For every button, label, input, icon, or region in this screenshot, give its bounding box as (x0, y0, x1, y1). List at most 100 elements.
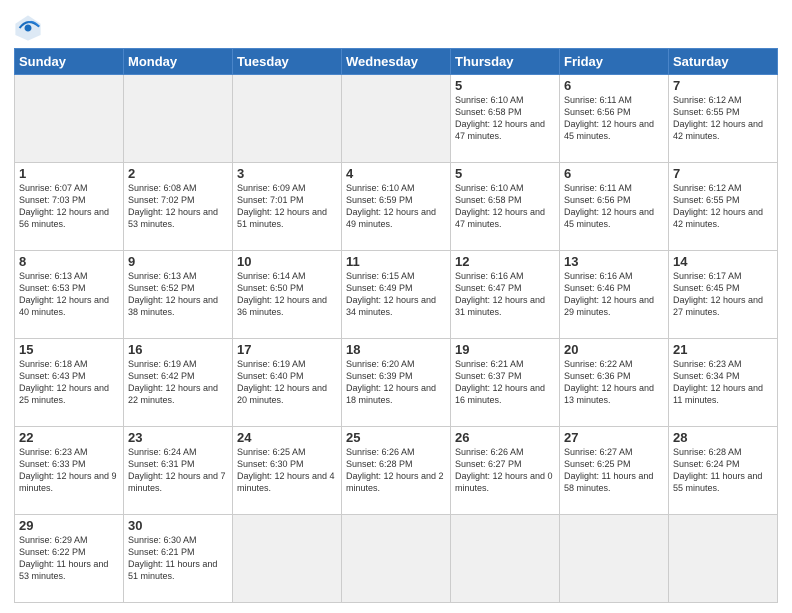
calendar-cell: 5Sunrise: 6:10 AMSunset: 6:58 PMDaylight… (451, 75, 560, 163)
calendar-cell: 16Sunrise: 6:19 AMSunset: 6:42 PMDayligh… (124, 339, 233, 427)
day-number: 3 (237, 166, 337, 181)
day-number: 21 (673, 342, 773, 357)
day-number: 6 (564, 166, 664, 181)
day-number: 2 (128, 166, 228, 181)
calendar-cell: 5Sunrise: 6:10 AMSunset: 6:58 PMDaylight… (451, 163, 560, 251)
day-number: 6 (564, 78, 664, 93)
day-header-monday: Monday (124, 49, 233, 75)
calendar-cell: 20Sunrise: 6:22 AMSunset: 6:36 PMDayligh… (560, 339, 669, 427)
day-info: Sunrise: 6:15 AMSunset: 6:49 PMDaylight:… (346, 270, 446, 319)
day-number: 7 (673, 78, 773, 93)
day-number: 10 (237, 254, 337, 269)
day-info: Sunrise: 6:26 AMSunset: 6:28 PMDaylight:… (346, 446, 446, 495)
calendar-cell: 18Sunrise: 6:20 AMSunset: 6:39 PMDayligh… (342, 339, 451, 427)
calendar-cell: 19Sunrise: 6:21 AMSunset: 6:37 PMDayligh… (451, 339, 560, 427)
calendar-cell: 17Sunrise: 6:19 AMSunset: 6:40 PMDayligh… (233, 339, 342, 427)
day-info: Sunrise: 6:12 AMSunset: 6:55 PMDaylight:… (673, 94, 773, 143)
day-number: 26 (455, 430, 555, 445)
calendar-cell: 14Sunrise: 6:17 AMSunset: 6:45 PMDayligh… (669, 251, 778, 339)
day-number: 18 (346, 342, 446, 357)
day-info: Sunrise: 6:08 AMSunset: 7:02 PMDaylight:… (128, 182, 228, 231)
day-number: 14 (673, 254, 773, 269)
day-info: Sunrise: 6:27 AMSunset: 6:25 PMDaylight:… (564, 446, 664, 495)
calendar-cell: 1Sunrise: 6:07 AMSunset: 7:03 PMDaylight… (15, 163, 124, 251)
calendar-cell: 6Sunrise: 6:11 AMSunset: 6:56 PMDaylight… (560, 75, 669, 163)
day-info: Sunrise: 6:14 AMSunset: 6:50 PMDaylight:… (237, 270, 337, 319)
day-number: 5 (455, 166, 555, 181)
day-number: 23 (128, 430, 228, 445)
day-info: Sunrise: 6:10 AMSunset: 6:58 PMDaylight:… (455, 94, 555, 143)
calendar-table: SundayMondayTuesdayWednesdayThursdayFrid… (14, 48, 778, 603)
day-info: Sunrise: 6:20 AMSunset: 6:39 PMDaylight:… (346, 358, 446, 407)
day-header-tuesday: Tuesday (233, 49, 342, 75)
calendar-cell (15, 75, 124, 163)
day-header-wednesday: Wednesday (342, 49, 451, 75)
calendar-cell (342, 515, 451, 603)
day-info: Sunrise: 6:12 AMSunset: 6:55 PMDaylight:… (673, 182, 773, 231)
calendar-cell: 3Sunrise: 6:09 AMSunset: 7:01 PMDaylight… (233, 163, 342, 251)
calendar-cell: 27Sunrise: 6:27 AMSunset: 6:25 PMDayligh… (560, 427, 669, 515)
day-info: Sunrise: 6:09 AMSunset: 7:01 PMDaylight:… (237, 182, 337, 231)
day-number: 29 (19, 518, 119, 533)
calendar-cell: 6Sunrise: 6:11 AMSunset: 6:56 PMDaylight… (560, 163, 669, 251)
day-info: Sunrise: 6:13 AMSunset: 6:53 PMDaylight:… (19, 270, 119, 319)
day-info: Sunrise: 6:21 AMSunset: 6:37 PMDaylight:… (455, 358, 555, 407)
day-info: Sunrise: 6:26 AMSunset: 6:27 PMDaylight:… (455, 446, 555, 495)
day-number: 19 (455, 342, 555, 357)
day-number: 15 (19, 342, 119, 357)
day-info: Sunrise: 6:16 AMSunset: 6:46 PMDaylight:… (564, 270, 664, 319)
calendar-cell (451, 515, 560, 603)
day-header-thursday: Thursday (451, 49, 560, 75)
calendar-cell: 12Sunrise: 6:16 AMSunset: 6:47 PMDayligh… (451, 251, 560, 339)
day-header-sunday: Sunday (15, 49, 124, 75)
calendar-cell: 28Sunrise: 6:28 AMSunset: 6:24 PMDayligh… (669, 427, 778, 515)
day-info: Sunrise: 6:25 AMSunset: 6:30 PMDaylight:… (237, 446, 337, 495)
day-number: 13 (564, 254, 664, 269)
day-info: Sunrise: 6:19 AMSunset: 6:40 PMDaylight:… (237, 358, 337, 407)
calendar-cell: 29Sunrise: 6:29 AMSunset: 6:22 PMDayligh… (15, 515, 124, 603)
calendar-cell: 4Sunrise: 6:10 AMSunset: 6:59 PMDaylight… (342, 163, 451, 251)
day-number: 27 (564, 430, 664, 445)
calendar-cell: 11Sunrise: 6:15 AMSunset: 6:49 PMDayligh… (342, 251, 451, 339)
calendar-cell: 2Sunrise: 6:08 AMSunset: 7:02 PMDaylight… (124, 163, 233, 251)
calendar-cell: 15Sunrise: 6:18 AMSunset: 6:43 PMDayligh… (15, 339, 124, 427)
day-number: 17 (237, 342, 337, 357)
day-info: Sunrise: 6:23 AMSunset: 6:34 PMDaylight:… (673, 358, 773, 407)
day-number: 28 (673, 430, 773, 445)
calendar-cell: 21Sunrise: 6:23 AMSunset: 6:34 PMDayligh… (669, 339, 778, 427)
calendar-cell: 7Sunrise: 6:12 AMSunset: 6:55 PMDaylight… (669, 163, 778, 251)
day-info: Sunrise: 6:16 AMSunset: 6:47 PMDaylight:… (455, 270, 555, 319)
calendar-cell: 13Sunrise: 6:16 AMSunset: 6:46 PMDayligh… (560, 251, 669, 339)
main-container: SundayMondayTuesdayWednesdayThursdayFrid… (0, 0, 792, 613)
day-info: Sunrise: 6:28 AMSunset: 6:24 PMDaylight:… (673, 446, 773, 495)
day-info: Sunrise: 6:10 AMSunset: 6:58 PMDaylight:… (455, 182, 555, 231)
calendar-cell: 23Sunrise: 6:24 AMSunset: 6:31 PMDayligh… (124, 427, 233, 515)
header (14, 10, 778, 42)
day-number: 8 (19, 254, 119, 269)
day-number: 12 (455, 254, 555, 269)
day-info: Sunrise: 6:24 AMSunset: 6:31 PMDaylight:… (128, 446, 228, 495)
day-number: 5 (455, 78, 555, 93)
logo-icon (14, 14, 42, 42)
calendar-cell: 9Sunrise: 6:13 AMSunset: 6:52 PMDaylight… (124, 251, 233, 339)
day-number: 11 (346, 254, 446, 269)
day-header-friday: Friday (560, 49, 669, 75)
day-info: Sunrise: 6:11 AMSunset: 6:56 PMDaylight:… (564, 94, 664, 143)
day-number: 30 (128, 518, 228, 533)
day-number: 25 (346, 430, 446, 445)
calendar-cell: 8Sunrise: 6:13 AMSunset: 6:53 PMDaylight… (15, 251, 124, 339)
calendar-cell: 10Sunrise: 6:14 AMSunset: 6:50 PMDayligh… (233, 251, 342, 339)
calendar-cell (233, 75, 342, 163)
day-header-saturday: Saturday (669, 49, 778, 75)
day-number: 16 (128, 342, 228, 357)
day-number: 4 (346, 166, 446, 181)
day-info: Sunrise: 6:13 AMSunset: 6:52 PMDaylight:… (128, 270, 228, 319)
calendar-cell: 24Sunrise: 6:25 AMSunset: 6:30 PMDayligh… (233, 427, 342, 515)
calendar-cell: 7Sunrise: 6:12 AMSunset: 6:55 PMDaylight… (669, 75, 778, 163)
day-info: Sunrise: 6:18 AMSunset: 6:43 PMDaylight:… (19, 358, 119, 407)
day-info: Sunrise: 6:17 AMSunset: 6:45 PMDaylight:… (673, 270, 773, 319)
day-number: 1 (19, 166, 119, 181)
day-info: Sunrise: 6:22 AMSunset: 6:36 PMDaylight:… (564, 358, 664, 407)
day-info: Sunrise: 6:07 AMSunset: 7:03 PMDaylight:… (19, 182, 119, 231)
day-info: Sunrise: 6:19 AMSunset: 6:42 PMDaylight:… (128, 358, 228, 407)
